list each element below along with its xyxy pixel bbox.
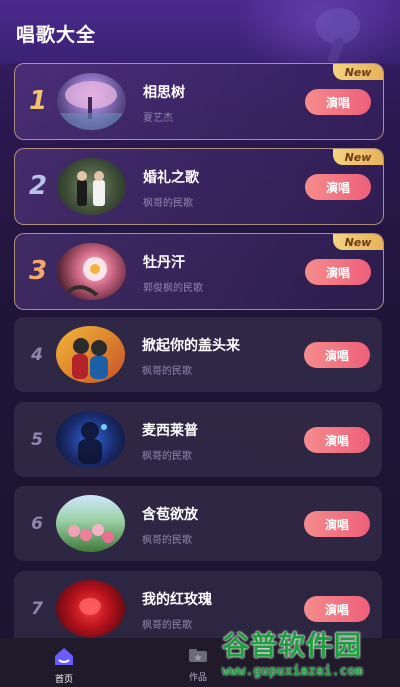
page-title: 唱歌大全 [16, 24, 97, 46]
rank-number: 3 [28, 256, 48, 286]
watermark: 谷普软件园 www.gupuxiazai.com [214, 620, 400, 687]
song-cover[interactable] [57, 73, 126, 130]
song-cover[interactable] [57, 243, 126, 300]
song-card: 5 麦西莱普 枫哥的民歌 演唱 [14, 402, 382, 477]
song-card: New 1 相思树 夏艺杰 演唱 [14, 63, 384, 140]
folder-icon [189, 649, 207, 662]
song-artist: 郭俊枫的民歌 [143, 283, 203, 294]
new-badge: New [333, 234, 383, 250]
song-title: 含苞欲放 [142, 507, 198, 523]
song-title: 麦西莱普 [142, 423, 198, 439]
song-artist: 枫哥的民歌 [142, 366, 192, 377]
tab-home[interactable]: 首页 [34, 646, 94, 685]
song-card: 6 含苞欲放 枫哥的民歌 演唱 [14, 486, 382, 561]
song-title: 婚礼之歌 [143, 170, 199, 186]
song-cover[interactable] [57, 158, 126, 215]
sing-button[interactable]: 演唱 [305, 89, 371, 115]
song-cover[interactable] [56, 580, 125, 637]
watermark-title: 谷普软件园 [222, 631, 362, 662]
sing-button[interactable]: 演唱 [304, 427, 370, 453]
song-cover[interactable] [56, 495, 125, 552]
song-title: 相思树 [143, 85, 185, 101]
sing-button[interactable]: 演唱 [304, 511, 370, 537]
song-cover[interactable] [56, 326, 125, 383]
song-cover[interactable] [56, 411, 125, 468]
song-artist: 枫哥的民歌 [142, 535, 192, 546]
tab-label: 首页 [54, 675, 73, 685]
sing-button[interactable]: 演唱 [304, 596, 370, 622]
watermark-url: www.gupuxiazai.com [222, 664, 363, 679]
home-icon [55, 648, 73, 665]
rank-number: 2 [28, 171, 48, 201]
microphone-icon [316, 8, 360, 62]
rank-number: 7 [31, 599, 43, 619]
new-badge: New [333, 149, 383, 165]
song-title: 掀起你的盖头来 [142, 338, 240, 354]
song-card: New 2 婚礼之歌 枫哥的民歌 演唱 [14, 148, 384, 225]
song-card: New 3 牡丹汗 郭俊枫的民歌 演唱 [14, 233, 384, 310]
song-artist: 夏艺杰 [143, 113, 173, 124]
song-title: 牡丹汗 [143, 255, 185, 271]
new-badge: New [333, 64, 383, 80]
song-artist: 枫哥的民歌 [142, 451, 192, 462]
sing-button[interactable]: 演唱 [305, 174, 371, 200]
song-artist: 枫哥的民歌 [143, 198, 193, 209]
rank-number: 1 [28, 86, 48, 116]
song-card: 4 掀起你的盖头来 枫哥的民歌 演唱 [14, 317, 382, 392]
sing-button[interactable]: 演唱 [305, 259, 371, 285]
rank-number: 6 [31, 514, 43, 534]
rank-number: 5 [31, 430, 43, 450]
header: 唱歌大全 [0, 0, 400, 64]
song-artist: 枫哥的民歌 [142, 620, 192, 631]
song-title: 我的红玫瑰 [142, 592, 212, 608]
sing-button[interactable]: 演唱 [304, 342, 370, 368]
rank-number: 4 [31, 345, 43, 365]
